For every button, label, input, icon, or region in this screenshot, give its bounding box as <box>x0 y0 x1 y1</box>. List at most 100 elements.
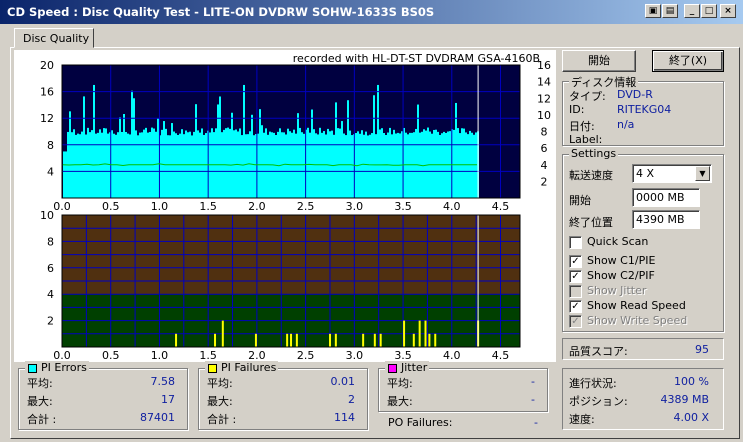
progress-label: 進行状況: <box>569 377 617 390</box>
pie-bar <box>235 129 237 198</box>
pif-bar <box>373 333 376 347</box>
pie-bar <box>83 96 85 198</box>
pie-bar <box>183 134 185 198</box>
pif-total-label: 合計 : <box>207 413 237 426</box>
pif-x-tick-label: 3.0 <box>346 349 364 362</box>
pie-bar <box>319 127 321 198</box>
start-button[interactable]: 開始 <box>562 50 636 72</box>
id-value: RITEKG04 <box>617 103 672 116</box>
pie-bar <box>315 133 317 198</box>
jitter-avg-label: 平均: <box>387 377 413 390</box>
pie-x-tick-label: 4.0 <box>443 200 461 213</box>
pie-bar <box>277 131 279 198</box>
pie-bar <box>199 132 201 198</box>
pie-bar <box>467 134 469 198</box>
pie-bar <box>313 129 315 198</box>
pie-bar <box>347 100 349 198</box>
pif-bar <box>334 333 337 347</box>
pie-bar <box>103 128 105 198</box>
dropdown-arrow-icon[interactable]: ▼ <box>695 166 710 181</box>
pif-y-tick-label: 6 <box>47 262 54 275</box>
pi-errors-title-text: PI Errors <box>41 361 87 374</box>
disc-quality-chart: 201612841614121086420.0 0.5 1.0 1.5 2.0 2.5 3.… <box>40 59 551 362</box>
pie-bar <box>63 151 65 198</box>
po-failures-label: PO Failures: <box>388 416 453 429</box>
pie-bar <box>243 84 245 198</box>
disc-label-label: Label: <box>569 133 603 146</box>
pie-bar <box>425 130 427 198</box>
pif-max-value: 2 <box>348 393 355 406</box>
show-jitter-label: Show Jitter <box>587 284 647 297</box>
pie-bar <box>263 132 265 198</box>
pie-bar <box>211 128 213 198</box>
pi-errors-legend-swatch <box>28 364 37 373</box>
pie-bar <box>143 129 145 198</box>
speed-y-tick-label: 6 <box>541 142 548 155</box>
help-button[interactable]: ▣ <box>645 4 661 18</box>
minimize-button[interactable]: _ <box>684 4 700 18</box>
speed-select[interactable]: 4 X ▼ <box>632 164 712 183</box>
pi-failures-legend-swatch <box>208 364 217 373</box>
speed-y-tick-label: 4 <box>541 159 548 172</box>
show-c1-pie-checkbox[interactable]: ✓ <box>569 255 582 268</box>
show-write-speed-checkbox[interactable]: ✓ <box>569 315 582 328</box>
pie-bar <box>93 84 95 198</box>
quick-scan-label: Quick Scan <box>587 235 649 248</box>
speed-y-tick-label: 14 <box>537 76 551 89</box>
show-c2-pif-checkbox[interactable]: ✓ <box>569 270 582 283</box>
pie-bar <box>95 133 97 198</box>
pif-bar <box>221 320 224 347</box>
show-write-speed-label: Show Write Speed <box>587 314 688 327</box>
date-label: 日付: <box>569 120 595 133</box>
show-read-speed-checkbox[interactable]: ✓ <box>569 300 582 313</box>
exit-button[interactable]: 終了(X) <box>652 50 724 72</box>
pie-bar <box>87 127 89 198</box>
pif-y-tick-label: 10 <box>40 209 54 222</box>
pie-bar <box>165 128 167 198</box>
pie-bar <box>391 134 393 198</box>
pie-bar <box>307 127 309 198</box>
start-pos-input[interactable]: 0000 MB <box>632 188 700 207</box>
pie-bar <box>163 121 165 198</box>
pie-bar <box>331 130 333 198</box>
pie-bar <box>135 130 137 198</box>
show-jitter-checkbox[interactable] <box>569 285 582 298</box>
pie-bar <box>393 129 395 198</box>
app-icon-button[interactable]: ▤ <box>662 4 678 18</box>
quick-scan-checkbox[interactable] <box>569 236 582 249</box>
pie-bar <box>245 134 247 198</box>
pie-total-value: 87401 <box>140 411 175 424</box>
pie-bar <box>179 133 181 198</box>
pi-errors-group: PI Errors 平均: 7.58 最大: 17 合計 : 87401 <box>18 361 188 430</box>
pie-bar <box>453 129 455 198</box>
close-button[interactable]: × <box>720 4 736 18</box>
pie-bar <box>225 128 227 198</box>
pie-y-tick-label: 8 <box>47 139 54 152</box>
pie-bar <box>219 96 221 198</box>
position-value: 4389 MB <box>660 393 709 406</box>
current-speed-label: 速度: <box>569 413 595 426</box>
tab-disc-quality[interactable]: Disc Quality <box>14 28 94 48</box>
pie-bar <box>399 133 401 198</box>
pif-total-value: 114 <box>334 411 355 424</box>
maximize-button[interactable]: □ <box>701 4 717 18</box>
pie-bar <box>293 129 295 198</box>
pie-bar <box>261 125 263 198</box>
pie-bar <box>181 129 183 198</box>
pie-bar <box>133 98 135 198</box>
pie-bar <box>139 132 141 198</box>
end-pos-input[interactable]: 4390 MB <box>632 210 700 229</box>
pie-bar <box>111 130 113 198</box>
show-read-speed-label: Show Read Speed <box>587 299 686 312</box>
pie-bar <box>299 127 301 198</box>
pif-bar <box>290 333 293 347</box>
pif-bar <box>434 333 437 347</box>
pie-bar <box>415 128 417 198</box>
pif-bar <box>329 333 332 347</box>
current-speed-value: 4.00 X <box>673 411 709 424</box>
pie-bar <box>205 133 207 198</box>
pie-bar <box>321 132 323 198</box>
pie-bar <box>69 111 71 198</box>
pie-bar <box>295 133 297 198</box>
pie-bar <box>123 114 125 198</box>
